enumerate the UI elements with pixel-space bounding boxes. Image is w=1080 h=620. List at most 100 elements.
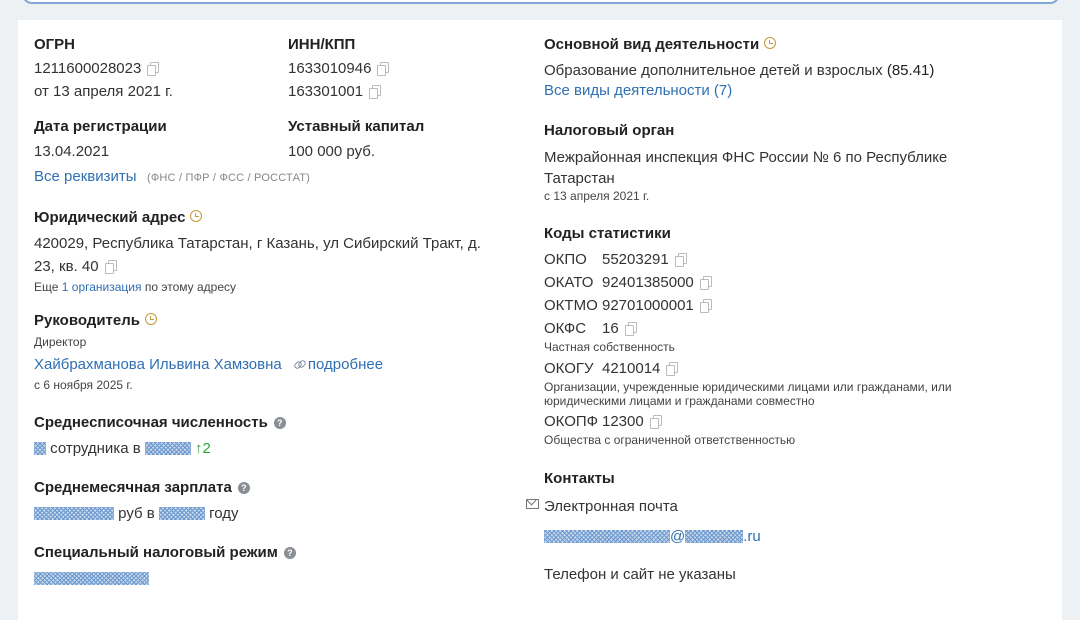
hidden-value-mask[interactable] xyxy=(544,530,670,543)
oktmo-row: ОКТМО 92701000001 xyxy=(544,294,1044,317)
ogrn-block: ОГРН 1211600028023 от 13 апреля 2021 г. xyxy=(34,36,274,103)
hidden-value-mask[interactable] xyxy=(34,442,46,455)
head-name-row: Хайбрахманова Ильвина Хамзовна подробнее xyxy=(34,353,534,376)
salary-label: Среднемесячная зарплата xyxy=(34,479,232,496)
head-more-label: подробнее xyxy=(307,356,384,373)
help-icon[interactable]: ? xyxy=(283,547,296,559)
copy-icon[interactable] xyxy=(369,85,382,99)
okogu-row: ОКОГУ 4210014 xyxy=(544,357,1044,380)
clock-icon[interactable] xyxy=(145,313,157,325)
okogu-key: ОКОГУ xyxy=(544,360,594,377)
inn-value: 1633010946 xyxy=(288,60,372,77)
phone-note: Телефон и сайт не указаны xyxy=(544,566,736,583)
okfs-value: 16 xyxy=(602,320,619,337)
copy-icon[interactable] xyxy=(674,253,687,267)
activity-block: Основной вид деятельности Образование до… xyxy=(544,36,1044,102)
okpo-row: ОКПО 55203291 xyxy=(544,248,1044,271)
activity-code: (85.41) xyxy=(886,62,935,79)
email-tld[interactable]: .ru xyxy=(743,528,761,545)
address-more: Еще 1 организация по этому адресу xyxy=(34,280,534,295)
all-details-note: (ФНС / ПФР / ФСС / РОССТАТ) xyxy=(146,172,311,184)
address-more-link[interactable]: 1 организация xyxy=(62,280,142,294)
reg-date-label: Дата регистрации xyxy=(34,118,167,135)
copy-icon[interactable] xyxy=(377,62,390,76)
address-line1: 420029, Республика Татарстан, г Казань, … xyxy=(34,235,481,252)
activity-label: Основной вид деятельности xyxy=(544,36,760,53)
inn-kpp-block: ИНН/КПП 1633010946 163301001 xyxy=(288,36,528,103)
tax-office-label: Налоговый орган xyxy=(544,122,675,139)
head-role: Директор xyxy=(34,335,87,349)
head-name-link[interactable]: Хайбрахманова Ильвина Хамзовна xyxy=(34,356,282,373)
address-line2: 23, кв. 40 xyxy=(34,258,99,275)
search-bar-edge[interactable] xyxy=(22,0,1060,4)
salary-text1: руб в xyxy=(118,505,155,522)
capital-label: Уставный капитал xyxy=(288,118,425,135)
ogrn-date: от 13 апреля 2021 г. xyxy=(34,83,173,100)
salary-text2: году xyxy=(209,505,239,522)
ogrn-value: 1211600028023 xyxy=(34,60,142,77)
headcount-delta: ↑2 xyxy=(195,440,211,457)
clock-icon[interactable] xyxy=(764,37,777,49)
hidden-value-mask[interactable] xyxy=(144,442,191,455)
okogu-desc2: юридическими лицами и гражданами совмест… xyxy=(544,394,815,408)
inn-kpp-label: ИНН/КПП xyxy=(288,36,356,53)
tax-regime-value-row xyxy=(34,567,534,590)
copy-icon[interactable] xyxy=(624,322,637,336)
email-label: Электронная почта xyxy=(544,498,678,515)
link-icon xyxy=(294,359,304,369)
email-value-row[interactable]: @ .ru xyxy=(544,525,1044,548)
address-more-prefix: Еще xyxy=(34,280,59,294)
address-label-row: Юридический адрес xyxy=(34,209,534,227)
envelope-icon xyxy=(526,499,539,509)
help-icon[interactable]: ? xyxy=(273,417,286,429)
hidden-value-mask[interactable] xyxy=(158,507,205,520)
all-details-row: Все реквизиты (ФНС / ПФР / ФСС / РОССТАТ… xyxy=(34,165,534,188)
okogu-desc1: Организации, учрежденные юридическими ли… xyxy=(544,380,952,394)
okfs-key: ОКФС xyxy=(544,320,587,337)
oktmo-key: ОКТМО xyxy=(544,297,598,314)
copy-icon[interactable] xyxy=(699,299,712,313)
okato-value: 92401385000 xyxy=(602,274,694,291)
address-label: Юридический адрес xyxy=(34,209,186,226)
tax-regime-block: Специальный налоговый режим? xyxy=(34,544,534,590)
company-details-card: ОГРН 1211600028023 от 13 апреля 2021 г. … xyxy=(18,20,1062,620)
hidden-value-mask[interactable] xyxy=(34,507,114,520)
copy-icon[interactable] xyxy=(104,260,117,274)
headcount-label-row: Среднесписочная численность? xyxy=(34,414,534,432)
okpo-value: 55203291 xyxy=(602,251,669,268)
stats-block: Коды статистики ОКПО 55203291 ОКАТО 924013… xyxy=(544,225,1044,448)
salary-label-row: Среднемесячная зарплата? xyxy=(34,479,534,497)
oktmo-value: 92701000001 xyxy=(602,297,694,314)
address-line2-row: 23, кв. 40 xyxy=(34,255,534,278)
okato-key: ОКАТО xyxy=(544,274,594,291)
hidden-value-mask[interactable] xyxy=(34,572,149,585)
tax-office-line2: Татарстан xyxy=(544,170,615,187)
headcount-text: сотрудника в xyxy=(50,440,141,457)
copy-icon[interactable] xyxy=(666,362,679,376)
okogu-value: 4210014 xyxy=(602,360,661,377)
ogrn-label: ОГРН xyxy=(34,36,76,53)
okopf-key: ОКОПФ xyxy=(544,413,599,430)
tax-office-line1: Межрайонная инспекция ФНС России № 6 по … xyxy=(544,149,948,166)
email-at[interactable]: @ xyxy=(670,528,685,545)
salary-block: Среднемесячная зарплата? руб в году xyxy=(34,479,534,525)
all-details-link[interactable]: Все реквизиты xyxy=(34,168,137,185)
capital-value: 100 000 руб. xyxy=(288,143,375,160)
headcount-block: Среднесписочная численность? сотрудника … xyxy=(34,414,534,460)
copy-icon[interactable] xyxy=(649,415,662,429)
help-icon[interactable]: ? xyxy=(237,482,250,494)
activity-label-row: Основной вид деятельности xyxy=(544,36,1044,54)
tax-office-since: с 13 апреля 2021 г. xyxy=(544,189,650,203)
contacts-label: Контакты xyxy=(544,470,615,487)
head-since: с 6 ноября 2025 г. xyxy=(34,378,133,392)
copy-icon[interactable] xyxy=(147,62,160,76)
head-more-link[interactable]: подробнее xyxy=(294,356,383,373)
inn-row: 1633010946 xyxy=(288,57,528,80)
all-activities-link[interactable]: Все виды деятельности (7) xyxy=(544,79,1044,102)
okopf-row: ОКОПФ 12300 xyxy=(544,410,1044,433)
hidden-value-mask[interactable] xyxy=(685,530,744,543)
copy-icon[interactable] xyxy=(699,276,712,290)
clock-icon[interactable] xyxy=(190,210,203,222)
head-block: Руководитель Директор Хайбрахманова Ильв… xyxy=(34,312,534,393)
tax-office-block: Налоговый орган Межрайонная инспекция ФН… xyxy=(544,122,1044,204)
